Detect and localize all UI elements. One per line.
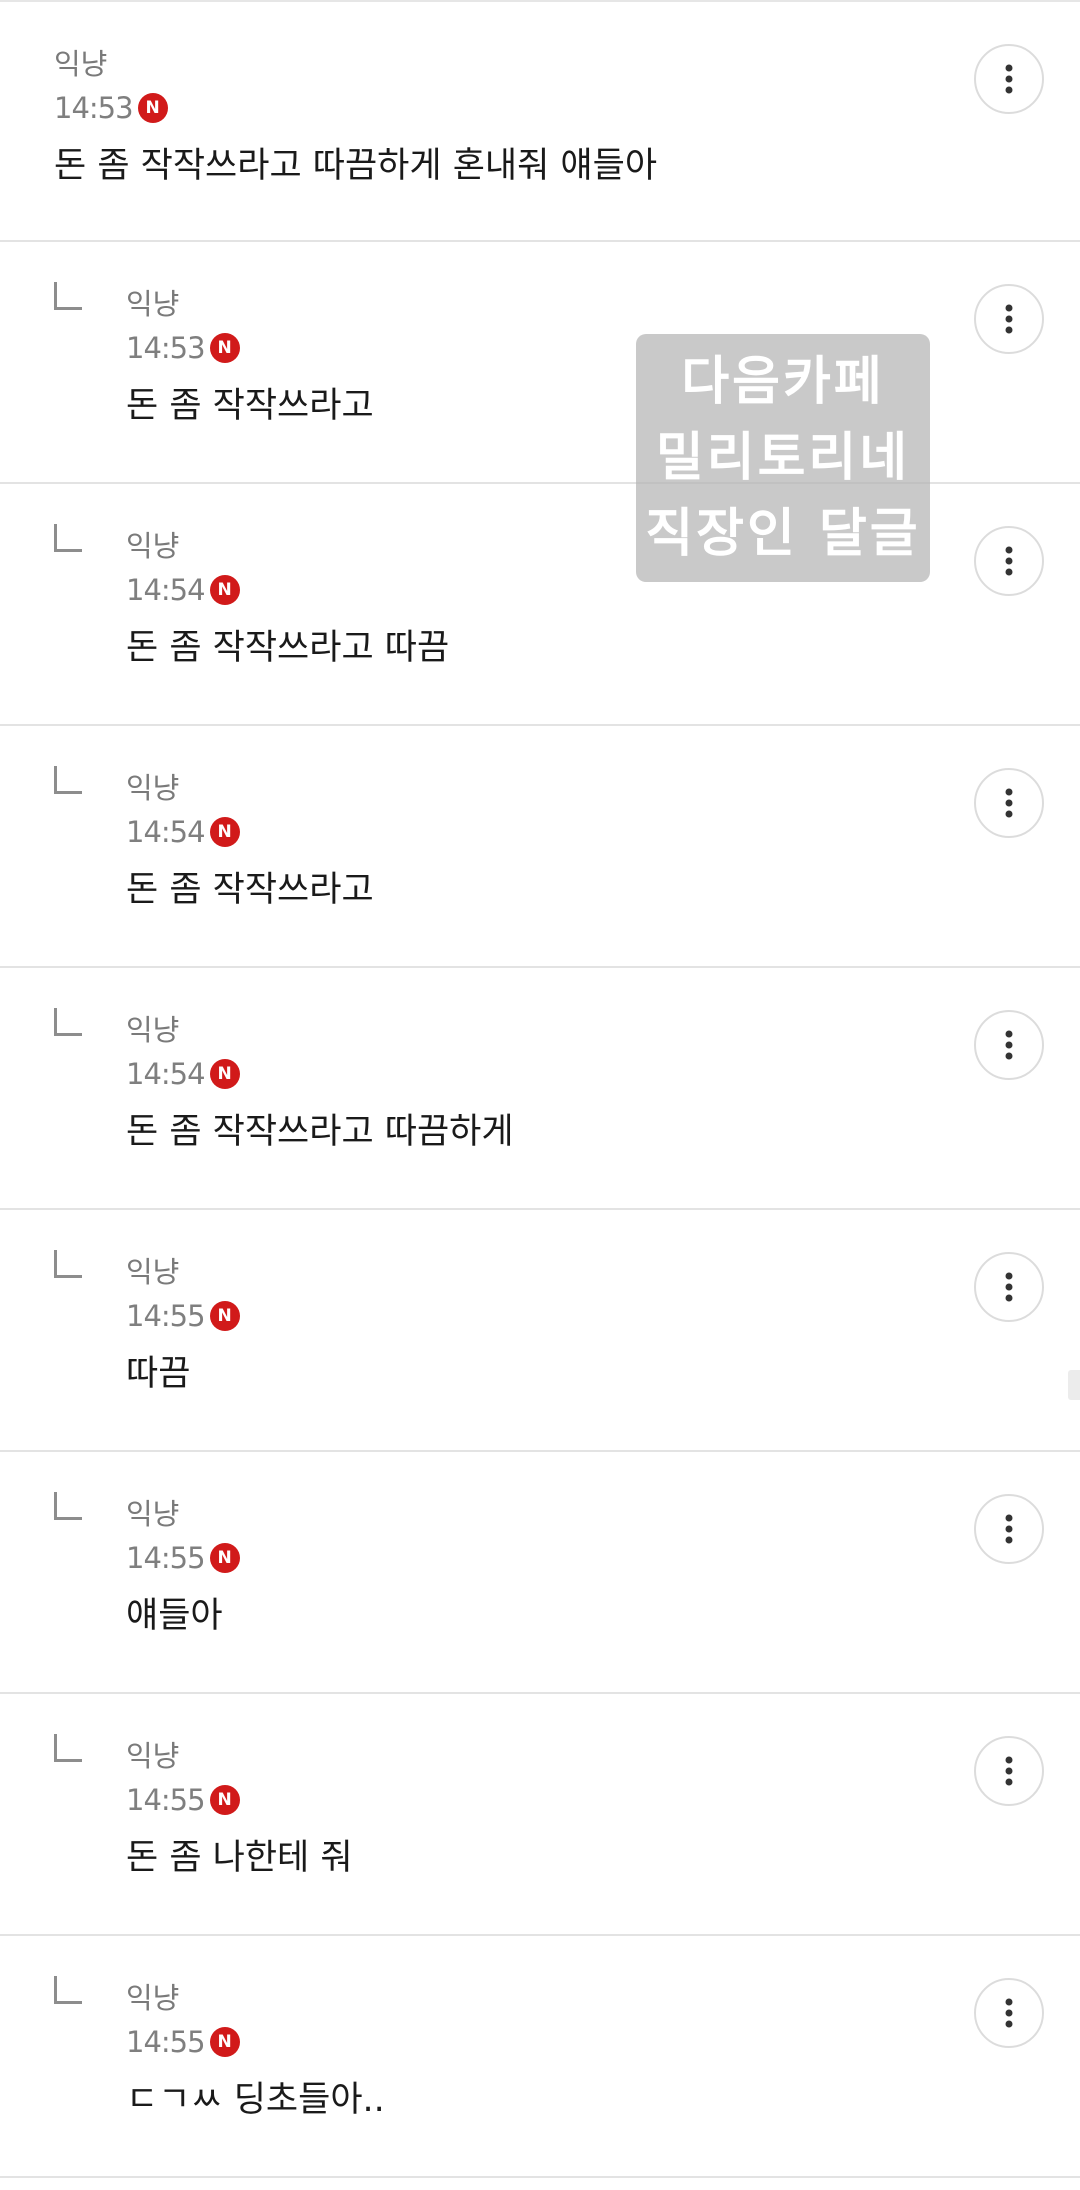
comment-content: 익냥 14:55 N ㄷㄱㅆ 딩초들아.. <box>126 1980 385 2124</box>
reply-item: 익냥 14:54 N 돈 좀 작작쓰라고 <box>0 726 1080 968</box>
comment-more-button[interactable] <box>974 1494 1044 1564</box>
new-badge: N <box>209 1301 240 1331</box>
reply-arrow-icon <box>54 282 82 310</box>
watermark-line: 직장인 달글 <box>645 504 921 564</box>
comment-text: 돈 좀 작작쓰라고 <box>126 386 374 426</box>
comment-meta: 14:53 N <box>54 90 657 126</box>
comment-time: 14:55 <box>126 1299 206 1333</box>
comment-text: 얘들아 <box>126 1596 223 1636</box>
comment-text: 따끔 <box>126 1354 191 1394</box>
comment-more-button[interactable] <box>974 44 1044 114</box>
comment-meta: 14:55 N <box>126 1298 240 1334</box>
more-vertical-icon <box>1005 1998 1013 2028</box>
new-badge: N <box>209 817 240 847</box>
comment-time: 14:54 <box>126 815 206 849</box>
watermark-line: 밀리토리네 <box>655 428 911 488</box>
comment-content: 익냥 14:55 N 얘들아 <box>126 1496 240 1640</box>
comment-content: 익냥 14:55 N 따끔 <box>126 1254 240 1398</box>
more-vertical-icon <box>1005 304 1013 334</box>
reply-arrow-icon <box>54 1976 82 2004</box>
comment-author[interactable]: 익냥 <box>54 46 657 82</box>
reply-item: 익냥 14:55 N ㄷㄱㅆ 딩초들아.. <box>0 1936 1080 2178</box>
reply-arrow-icon <box>54 524 82 552</box>
comment-content: 익냥 14:53 N 돈 좀 작작쓰라고 <box>126 286 374 430</box>
comment-meta: 14:55 N <box>126 2024 385 2060</box>
comment-content: 익냥 14:55 N 돈 좀 나한테 줘 <box>126 1738 353 1882</box>
reply-arrow-icon <box>54 1008 82 1036</box>
reply-item: 익냥 14:55 N 따끔 <box>0 1210 1080 1452</box>
comment-meta: 14:53 N <box>126 330 374 366</box>
new-badge: N <box>209 1785 240 1815</box>
comment-more-button[interactable] <box>974 768 1044 838</box>
comment-content: 익냥 14:54 N 돈 좀 작작쓰라고 따끔하게 <box>126 1012 514 1156</box>
comment-meta: 14:54 N <box>126 1056 514 1092</box>
comment-meta: 14:54 N <box>126 572 449 608</box>
comment-text: 돈 좀 작작쓰라고 따끔하게 혼내줘 얘들아 <box>54 146 658 186</box>
comment-content: 익냥 14:54 N 돈 좀 작작쓰라고 <box>126 770 374 914</box>
comment-more-button[interactable] <box>974 526 1044 596</box>
comment-meta: 14:55 N <box>126 1782 353 1818</box>
new-badge: N <box>209 1059 240 1089</box>
comment-text: ㄷㄱㅆ 딩초들아.. <box>126 2080 385 2120</box>
comment-content: 익냥 14:53 N 돈 좀 작작쓰라고 따끔하게 혼내줘 얘들아 <box>54 46 657 190</box>
comment-text: 돈 좀 작작쓰라고 따끔하게 <box>126 1112 514 1152</box>
comment-more-button[interactable] <box>974 1978 1044 2048</box>
reply-arrow-icon <box>54 766 82 794</box>
more-vertical-icon <box>1005 1756 1013 1786</box>
comment-more-button[interactable] <box>974 1736 1044 1806</box>
more-vertical-icon <box>1005 1514 1013 1544</box>
reply-arrow-icon <box>54 1734 82 1762</box>
comment-author[interactable]: 익냥 <box>126 770 374 806</box>
comment-more-button[interactable] <box>974 1010 1044 1080</box>
new-badge: N <box>209 1543 240 1573</box>
comment-text: 돈 좀 작작쓰라고 <box>126 870 374 910</box>
more-vertical-icon <box>1005 1030 1013 1060</box>
reply-item: 익냥 14:55 N 돈 좀 나한테 줘 <box>0 1694 1080 1936</box>
comment-meta: 14:54 N <box>126 814 374 850</box>
new-badge: N <box>209 575 240 605</box>
comment-item: 익냥 14:53 N 돈 좀 작작쓰라고 따끔하게 혼내줘 얘들아 <box>0 0 1080 242</box>
more-vertical-icon <box>1005 64 1013 94</box>
comment-author[interactable]: 익냥 <box>126 528 449 564</box>
comment-meta: 14:55 N <box>126 1540 240 1576</box>
reply-arrow-icon <box>54 1250 82 1278</box>
comment-author[interactable]: 익냥 <box>126 1012 514 1048</box>
new-badge: N <box>137 93 168 123</box>
comment-time: 14:54 <box>126 1057 206 1091</box>
more-vertical-icon <box>1005 546 1013 576</box>
comment-more-button[interactable] <box>974 284 1044 354</box>
comment-time: 14:55 <box>126 2025 206 2059</box>
comment-author[interactable]: 익냥 <box>126 1980 385 2016</box>
comment-time: 14:53 <box>126 331 206 365</box>
comment-time: 14:54 <box>126 573 206 607</box>
reply-arrow-icon <box>54 1492 82 1520</box>
reply-item: 익냥 14:54 N 돈 좀 작작쓰라고 따끔하게 <box>0 968 1080 1210</box>
comment-author[interactable]: 익냥 <box>126 286 374 322</box>
more-vertical-icon <box>1005 1272 1013 1302</box>
comment-author[interactable]: 익냥 <box>126 1254 240 1290</box>
scroll-indicator[interactable] <box>1068 1370 1080 1400</box>
comment-text: 돈 좀 나한테 줘 <box>126 1838 353 1878</box>
new-badge: N <box>209 2027 240 2057</box>
comment-text: 돈 좀 작작쓰라고 따끔 <box>126 628 450 668</box>
more-vertical-icon <box>1005 788 1013 818</box>
reply-item: 익냥 14:55 N 얘들아 <box>0 1452 1080 1694</box>
comment-time: 14:55 <box>126 1783 206 1817</box>
comment-author[interactable]: 익냥 <box>126 1738 353 1774</box>
comment-author[interactable]: 익냥 <box>126 1496 240 1532</box>
new-badge: N <box>209 333 240 363</box>
comment-more-button[interactable] <box>974 1252 1044 1322</box>
comment-time: 14:55 <box>126 1541 206 1575</box>
watermark-line: 다음카페 <box>681 352 885 412</box>
comment-time: 14:53 <box>54 91 134 125</box>
cafe-watermark: 다음카페 밀리토리네 직장인 달글 <box>636 334 930 582</box>
comment-content: 익냥 14:54 N 돈 좀 작작쓰라고 따끔 <box>126 528 449 672</box>
comment-list: 익냥 14:53 N 돈 좀 작작쓰라고 따끔하게 혼내줘 얘들아 익냥 14:… <box>0 0 1080 2178</box>
